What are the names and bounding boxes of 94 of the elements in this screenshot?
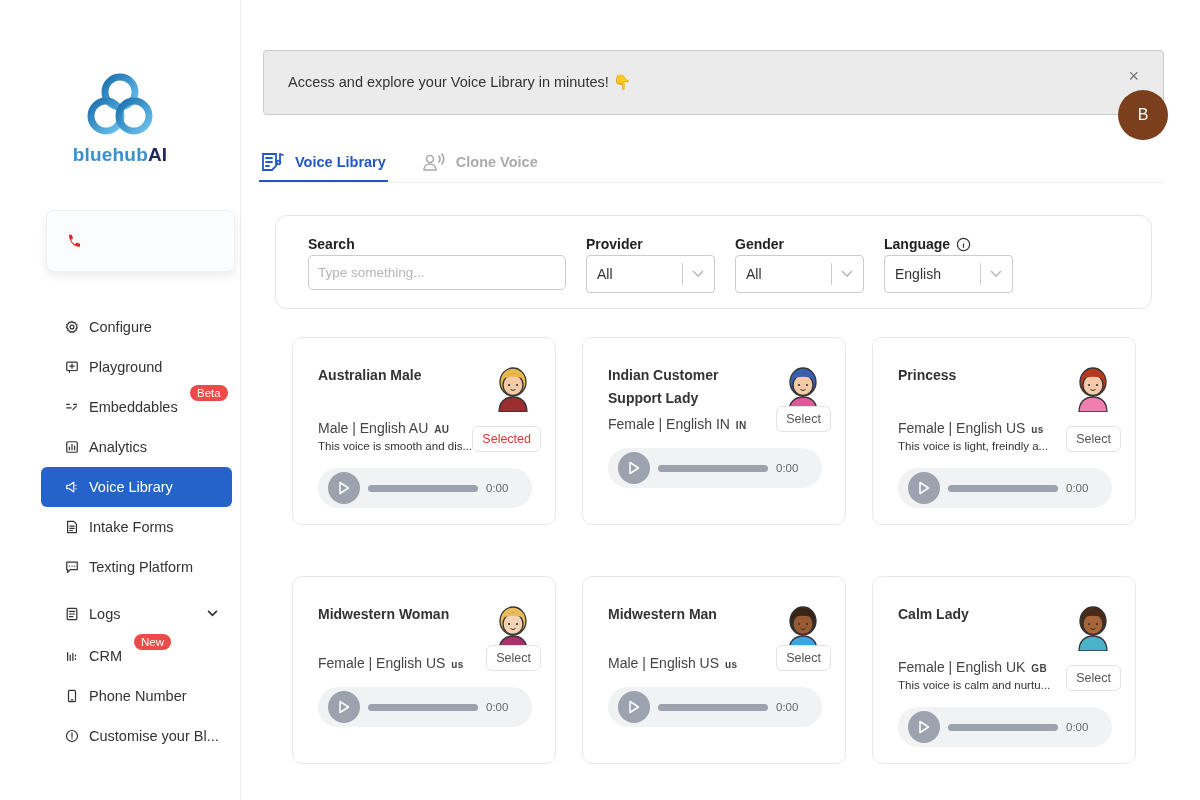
- voice-card[interactable]: Australian Male Male | English AU AU This voice is smooth and dis... Selected 0:00: [292, 337, 556, 525]
- list-music-icon: [261, 151, 285, 172]
- monitor-plus-icon: [65, 360, 79, 374]
- voice-card[interactable]: Indian Customer Support Lady Female | English IN IN Select 0:00: [582, 337, 846, 525]
- info-icon: [65, 729, 79, 743]
- chevron-down-icon: [692, 270, 704, 278]
- voice-name: Indian Customer Support Lady: [608, 366, 720, 408]
- play-icon: [918, 481, 930, 495]
- voice-details: Male | English US us: [608, 655, 738, 671]
- select-button[interactable]: Select: [1066, 665, 1121, 691]
- dropdown[interactable]: All: [735, 255, 864, 293]
- sidebar-item[interactable]: Voice Library: [41, 467, 232, 507]
- play-icon: [628, 461, 640, 475]
- sidebar-item[interactable]: CRM New: [41, 636, 232, 676]
- voice-card[interactable]: Midwestern Woman Female | English US us Select 0:00: [292, 576, 556, 764]
- time-label: 0:00: [776, 701, 799, 713]
- play-button[interactable]: [328, 691, 360, 723]
- play-icon: [338, 700, 350, 714]
- time-label: 0:00: [486, 482, 509, 494]
- progress-track[interactable]: [948, 723, 1058, 731]
- badge: Beta: [190, 385, 228, 401]
- time-label: 0:00: [1066, 482, 1089, 494]
- time-label: 0:00: [776, 462, 799, 474]
- voice-description: This voice is light, freindly a...: [898, 440, 1049, 452]
- filter-label: Provider: [586, 236, 643, 252]
- sidebar-item[interactable]: Playground: [41, 347, 232, 387]
- filter-label: Language: [884, 236, 951, 252]
- sidebar-item[interactable]: Texting Platform: [41, 547, 232, 587]
- list-icon: [65, 606, 79, 621]
- tab[interactable]: Voice Library: [259, 143, 388, 182]
- user-avatar[interactable]: B: [1118, 90, 1168, 140]
- chevron-down-icon: [990, 270, 1002, 278]
- play-button[interactable]: [908, 711, 940, 743]
- chart-icon: [65, 440, 79, 454]
- select-button[interactable]: Select: [1066, 426, 1121, 452]
- phone-icon: [65, 689, 79, 703]
- close-button[interactable]: ×: [1128, 66, 1139, 87]
- voice-details: Female | English UK GB: [898, 659, 1049, 675]
- sidebar-item[interactable]: Analytics: [41, 427, 232, 467]
- progress-track[interactable]: [948, 484, 1058, 492]
- progress-track[interactable]: [368, 484, 478, 492]
- sidebar-item[interactable]: Customise your Bl...: [41, 716, 232, 756]
- voice-details: Female | English US us: [898, 420, 1045, 436]
- speaker-icon: [65, 480, 79, 494]
- sidebar-item[interactable]: Intake Forms: [41, 507, 232, 547]
- filter-label: Search: [308, 236, 355, 252]
- select-button[interactable]: Selected: [472, 426, 541, 452]
- sidebar-item[interactable]: Embeddables Beta: [41, 387, 232, 427]
- voice-name: Midwestern Woman: [318, 605, 450, 624]
- play-button[interactable]: [328, 472, 360, 504]
- banner-text: Access and explore your Voice Library in minutes! 👇: [288, 74, 631, 91]
- voice-details: Female | English US us: [318, 655, 464, 671]
- voice-name: Midwestern Man: [608, 605, 717, 624]
- brand-name: bluehubAI: [72, 144, 168, 166]
- progress-track[interactable]: [658, 703, 768, 711]
- sidebar-item[interactable]: Phone Number: [41, 676, 232, 716]
- play-icon: [338, 481, 350, 495]
- dropdown[interactable]: All: [586, 255, 715, 293]
- select-button[interactable]: Select: [486, 645, 541, 671]
- voice-card[interactable]: Calm Lady Female | English UK GB This voice is calm and nurtu... Select 0:00: [872, 576, 1136, 764]
- info-icon[interactable]: [956, 236, 972, 252]
- chevron-down-icon: [841, 270, 853, 278]
- progress-track[interactable]: [658, 464, 768, 472]
- voice-details: Male | English AU AU: [318, 420, 451, 436]
- sidebar-item[interactable]: Configure: [41, 307, 232, 347]
- play-button[interactable]: [618, 452, 650, 484]
- search-field[interactable]: Type something...: [308, 255, 566, 290]
- play-button[interactable]: [908, 472, 940, 504]
- voice-card[interactable]: Midwestern Man Male | English US us Select 0:00: [582, 576, 846, 764]
- select-button[interactable]: Select: [776, 406, 831, 432]
- time-label: 0:00: [1066, 721, 1089, 733]
- voice-details: Female | English IN IN: [608, 416, 747, 432]
- play-icon: [918, 720, 930, 734]
- badge: New: [134, 634, 171, 650]
- select-button[interactable]: Select: [776, 645, 831, 671]
- voice-name: Calm Lady: [898, 605, 969, 624]
- voice-card[interactable]: Princess Female | English US us This voice is light, freindly a... Select 0:00: [872, 337, 1136, 525]
- time-label: 0:00: [486, 701, 509, 713]
- chat-icon: [65, 560, 79, 574]
- play-icon: [628, 700, 640, 714]
- voice-name: Princess: [898, 366, 957, 385]
- document-icon: [65, 520, 79, 534]
- bar-chart-icon: [65, 649, 79, 663]
- voice-description: This voice is calm and nurtu...: [898, 679, 1051, 691]
- phone-icon: [67, 233, 81, 249]
- user-voice-icon: [421, 151, 446, 172]
- voice-name: Australian Male: [318, 366, 422, 385]
- play-button[interactable]: [618, 691, 650, 723]
- progress-track[interactable]: [368, 703, 478, 711]
- chevron-down-icon[interactable]: [207, 610, 218, 617]
- filter-label: Gender: [735, 236, 784, 252]
- sidebar-item[interactable]: Logs: [41, 591, 232, 636]
- dropdown[interactable]: English: [884, 255, 1013, 293]
- gear-icon: [65, 320, 79, 334]
